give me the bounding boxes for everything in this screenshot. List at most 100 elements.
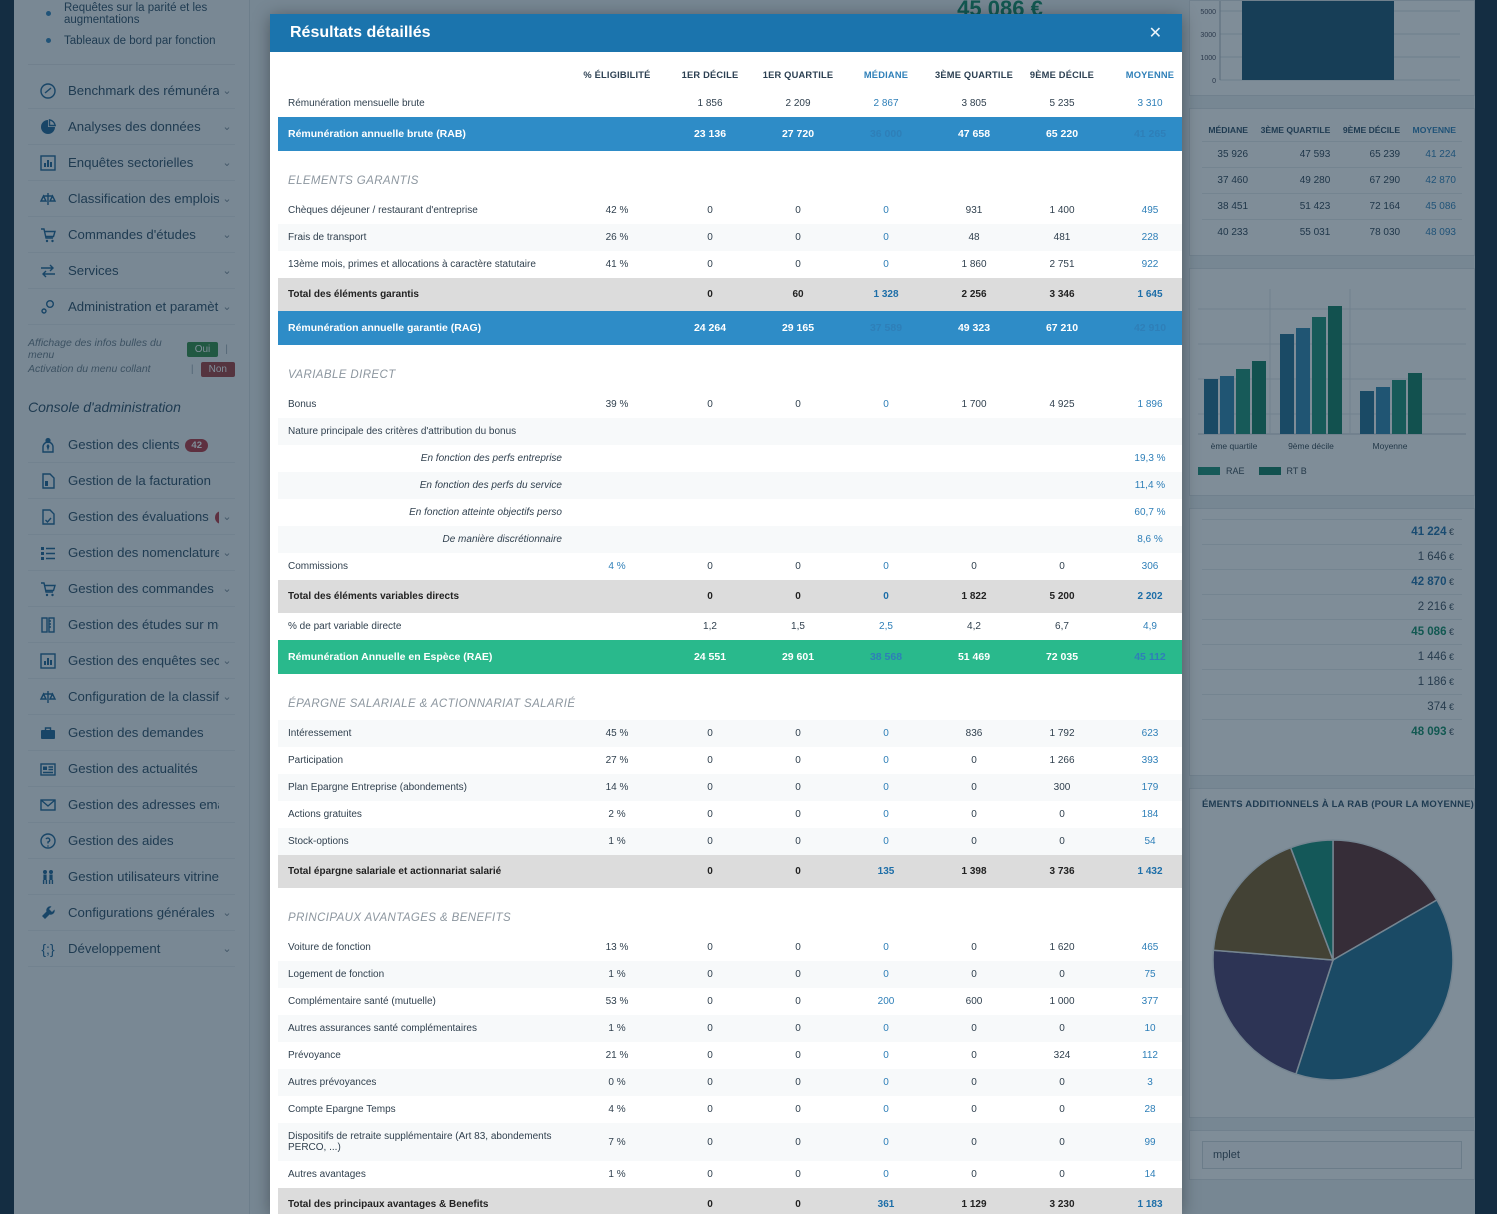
- cell-quartile1: [754, 418, 842, 445]
- cell-mean: 4,9: [1106, 613, 1182, 640]
- table-row: Intéressement 45 % 0 0 0 836 1 792 623: [278, 720, 1182, 747]
- cell-decile1: 23 136: [666, 117, 754, 151]
- cell-decile1: 0: [666, 747, 754, 774]
- cell-mean: 11,4 %: [1106, 472, 1182, 499]
- cell-quartile3: 0: [930, 1161, 1018, 1188]
- cell-eligibility: 0 %: [568, 1069, 666, 1096]
- cell-mean: 1 432: [1106, 855, 1182, 888]
- cell-decile1: 0: [666, 934, 754, 961]
- cell-quartile1: [754, 526, 842, 553]
- cell-median: 0: [842, 747, 930, 774]
- cell-eligibility: [568, 278, 666, 311]
- cell-eligibility: [568, 1188, 666, 1214]
- row-label: Rémunération mensuelle brute: [278, 90, 568, 117]
- cell-median: 0: [842, 391, 930, 418]
- table-row: Autres avantages 1 % 0 0 0 0 0 14: [278, 1161, 1182, 1188]
- cell-quartile3: 51 469: [930, 640, 1018, 674]
- cell-eligibility: 13 %: [568, 934, 666, 961]
- cell-quartile1: 0: [754, 1015, 842, 1042]
- cell-quartile3: 0: [930, 1096, 1018, 1123]
- cell-median: 0: [842, 1161, 930, 1188]
- cell-mean: 54: [1106, 828, 1182, 855]
- table-row: En fonction des perfs entreprise 19,3 %: [278, 445, 1182, 472]
- row-label: Autres assurances santé complémentaires: [278, 1015, 568, 1042]
- cell-quartile3: 1 129: [930, 1188, 1018, 1214]
- row-label: 13ème mois, primes et allocations à cara…: [278, 251, 568, 278]
- section-header-row: VARIABLE DIRECT: [278, 345, 1182, 391]
- cell-median: [842, 499, 930, 526]
- table-row: Participation 27 % 0 0 0 0 1 266 393: [278, 747, 1182, 774]
- cell-median: [842, 418, 930, 445]
- cell-decile9: 3 346: [1018, 278, 1106, 311]
- cell-eligibility: 1 %: [568, 1161, 666, 1188]
- table-row: Bonus 39 % 0 0 0 1 700 4 925 1 896: [278, 391, 1182, 418]
- table-row: Frais de transport 26 % 0 0 0 48 481 228: [278, 224, 1182, 251]
- cell-quartile1: 2 209: [754, 90, 842, 117]
- cell-quartile1: 0: [754, 224, 842, 251]
- cell-decile9: 300: [1018, 774, 1106, 801]
- cell-decile1: 0: [666, 1123, 754, 1161]
- section-title: PRINCIPAUX AVANTAGES & BENEFITS: [278, 888, 1182, 934]
- cell-decile9: 5 235: [1018, 90, 1106, 117]
- cell-mean: 8,6 %: [1106, 526, 1182, 553]
- cell-decile1: 24 551: [666, 640, 754, 674]
- table-row: En fonction des perfs du service 11,4 %: [278, 472, 1182, 499]
- cell-decile1: 0: [666, 553, 754, 580]
- cell-median: 0: [842, 828, 930, 855]
- cell-median: 0: [842, 1123, 930, 1161]
- cell-median: 0: [842, 720, 930, 747]
- row-label: Bonus: [278, 391, 568, 418]
- cell-quartile3: 0: [930, 747, 1018, 774]
- row-label: En fonction des perfs du service: [278, 472, 568, 499]
- cell-decile9: 1 400: [1018, 197, 1106, 224]
- cell-decile9: 1 266: [1018, 747, 1106, 774]
- cell-decile1: 0: [666, 197, 754, 224]
- cell-eligibility: 1 %: [568, 961, 666, 988]
- cell-quartile1: 29 601: [754, 640, 842, 674]
- cell-decile9: 65 220: [1018, 117, 1106, 151]
- cell-quartile1: 29 165: [754, 311, 842, 345]
- cell-eligibility: [568, 472, 666, 499]
- cell-decile9: 3 736: [1018, 855, 1106, 888]
- cell-eligibility: [568, 526, 666, 553]
- row-label: Chèques déjeuner / restaurant d'entrepri…: [278, 197, 568, 224]
- cell-decile1: 0: [666, 1069, 754, 1096]
- cell-eligibility: 4 %: [568, 553, 666, 580]
- cell-quartile1: 0: [754, 934, 842, 961]
- cell-mean: 10: [1106, 1015, 1182, 1042]
- cell-decile1: 0: [666, 801, 754, 828]
- row-label: Plan Epargne Entreprise (abondements): [278, 774, 568, 801]
- cell-quartile3: 0: [930, 1123, 1018, 1161]
- cell-quartile1: 0: [754, 720, 842, 747]
- cell-decile1: 0: [666, 224, 754, 251]
- cell-mean: 99: [1106, 1123, 1182, 1161]
- table-row: De manière discrétionnaire 8,6 %: [278, 526, 1182, 553]
- cell-median: 0: [842, 1069, 930, 1096]
- cell-quartile1: 0: [754, 828, 842, 855]
- row-label: Frais de transport: [278, 224, 568, 251]
- cell-decile9: 72 035: [1018, 640, 1106, 674]
- cell-decile1: 0: [666, 391, 754, 418]
- table-row: Plan Epargne Entreprise (abondements) 14 …: [278, 774, 1182, 801]
- cell-quartile1: 0: [754, 391, 842, 418]
- cell-eligibility: 42 %: [568, 197, 666, 224]
- cell-quartile3: [930, 418, 1018, 445]
- cell-median: 0: [842, 197, 930, 224]
- detailed-results-table: % ÉLIGIBILITÉ 1ER DÉCILE 1ER QUARTILE MÉ…: [278, 52, 1182, 1214]
- table-row: Total des éléments variables directs 0 0 0 1…: [278, 580, 1182, 613]
- row-label: Rémunération Annuelle en Espèce (RAE): [278, 640, 568, 674]
- cell-mean: 377: [1106, 988, 1182, 1015]
- cell-median: 0: [842, 224, 930, 251]
- section-header-row: ELEMENTS GARANTIS: [278, 151, 1182, 197]
- cell-eligibility: [568, 311, 666, 345]
- cell-mean: 1 183: [1106, 1188, 1182, 1214]
- row-label: Logement de fonction: [278, 961, 568, 988]
- cell-quartile3: 1 700: [930, 391, 1018, 418]
- cell-decile9: [1018, 472, 1106, 499]
- cell-quartile3: 0: [930, 1069, 1018, 1096]
- cell-decile1: 0: [666, 1096, 754, 1123]
- cell-decile1: 0: [666, 1188, 754, 1214]
- col-mean: MOYENNE: [1125, 70, 1175, 80]
- close-icon[interactable]: ✕: [1145, 23, 1166, 43]
- cell-decile9: 0: [1018, 1015, 1106, 1042]
